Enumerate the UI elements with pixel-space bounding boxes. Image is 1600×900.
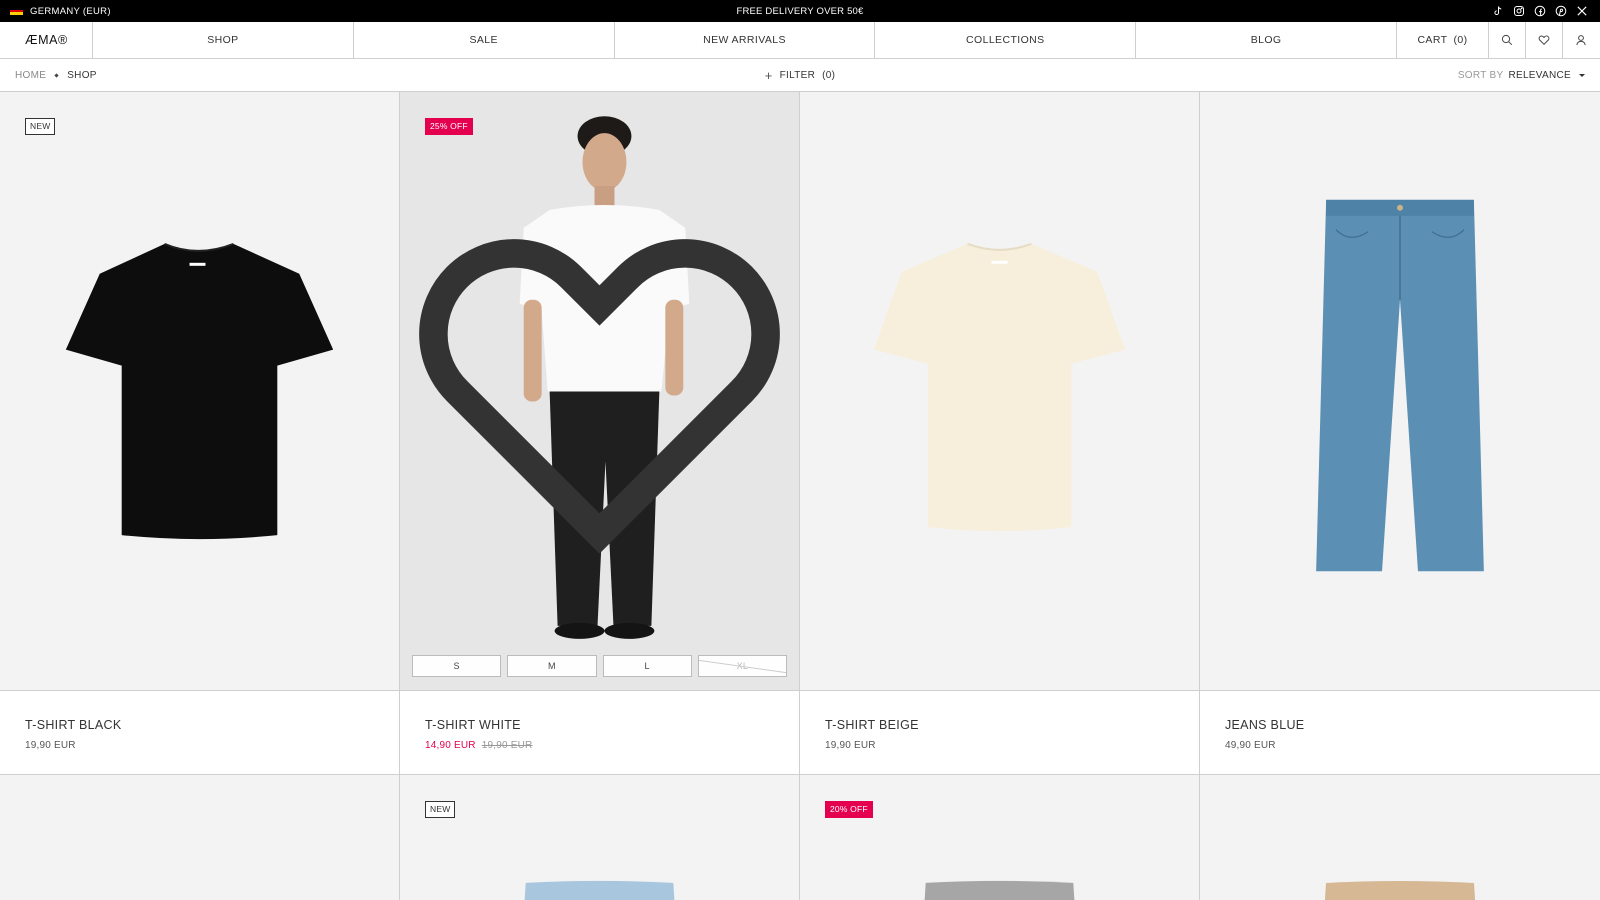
wishlist-button[interactable] bbox=[1526, 22, 1563, 58]
product-info: JEANS BLUE 49,90 EUR bbox=[1200, 691, 1600, 775]
product-image[interactable] bbox=[800, 92, 1199, 691]
breadcrumb-home[interactable]: HOME bbox=[15, 70, 46, 81]
product-name[interactable]: JEANS BLUE bbox=[1225, 718, 1575, 732]
product-image[interactable]: 20% OFF bbox=[800, 775, 1199, 900]
product-card[interactable] bbox=[0, 775, 400, 900]
promo-text: FREE DELIVERY OVER 50€ bbox=[736, 5, 864, 17]
product-image[interactable]: NEW bbox=[0, 92, 399, 691]
product-price: 19,90 EUR bbox=[25, 740, 374, 751]
facebook-icon[interactable] bbox=[1534, 5, 1546, 17]
plus-icon: + bbox=[764, 67, 773, 83]
germany-flag-icon bbox=[10, 7, 23, 16]
size-option-m[interactable]: M bbox=[507, 655, 597, 677]
pinterest-icon[interactable] bbox=[1555, 5, 1567, 17]
x-icon[interactable] bbox=[1576, 5, 1588, 17]
sort-label: SORT BY bbox=[1457, 69, 1504, 81]
main-navigation: ÆMA® SHOP SALE NEW ARRIVALS COLLECTIONS … bbox=[0, 22, 1600, 59]
size-selector: S M L XL bbox=[412, 655, 787, 677]
product-price: 14,90 EUR 19,90 EUR bbox=[425, 740, 774, 751]
product-card[interactable]: NEW bbox=[400, 775, 800, 900]
new-badge: NEW bbox=[425, 801, 456, 818]
product-card[interactable]: 25% OFF S M L XL T-SHIRT WHITE 14,90 EUR… bbox=[400, 92, 800, 775]
sort-dropdown[interactable]: SORT BY RELEVANCE bbox=[1458, 70, 1585, 81]
product-price: 49,90 EUR bbox=[1225, 740, 1575, 751]
product-info: T-SHIRT WHITE 14,90 EUR 19,90 EUR bbox=[400, 691, 799, 775]
breadcrumb: HOME SHOP bbox=[15, 70, 97, 81]
product-card[interactable]: NEW T-SHIRT BLACK 19,90 EUR bbox=[0, 92, 400, 775]
cart-button[interactable]: CART 0 bbox=[1397, 22, 1489, 58]
product-image[interactable]: 25% OFF S M L XL bbox=[400, 92, 799, 691]
tiktok-icon[interactable] bbox=[1492, 5, 1504, 17]
jeans-blue-image bbox=[1316, 199, 1484, 572]
filter-count: 0 bbox=[822, 70, 835, 81]
price-value: 19,90 EUR bbox=[25, 740, 76, 751]
breadcrumb-separator-icon bbox=[54, 72, 59, 78]
product-name[interactable]: T-SHIRT WHITE bbox=[425, 718, 774, 732]
search-icon bbox=[1501, 34, 1513, 46]
product-info: T-SHIRT BEIGE 19,90 EUR bbox=[800, 691, 1199, 775]
heart-icon[interactable] bbox=[400, 92, 799, 690]
size-option-l[interactable]: L bbox=[602, 655, 692, 677]
instagram-icon[interactable] bbox=[1513, 5, 1525, 17]
social-links bbox=[1492, 5, 1588, 17]
filter-button[interactable]: + FILTER 0 bbox=[765, 69, 836, 82]
account-button[interactable] bbox=[1563, 22, 1600, 58]
product-name[interactable]: T-SHIRT BLACK bbox=[25, 718, 374, 732]
nav-blog[interactable]: BLOG bbox=[1136, 22, 1397, 58]
product-card[interactable]: T-SHIRT BEIGE 19,90 EUR bbox=[800, 92, 1200, 775]
size-option-s[interactable]: S bbox=[412, 655, 502, 677]
brand-logo[interactable]: ÆMA® bbox=[0, 22, 93, 58]
user-icon bbox=[1576, 35, 1587, 46]
caret-down-icon bbox=[1579, 73, 1585, 77]
shorts-beige-image bbox=[1324, 881, 1476, 900]
sort-value: RELEVANCE bbox=[1508, 69, 1571, 81]
price-value: 49,90 EUR bbox=[1225, 740, 1276, 751]
product-image[interactable] bbox=[1200, 92, 1600, 691]
region-selector[interactable]: GERMANY (EUR) bbox=[10, 6, 111, 17]
cart-count: 0 bbox=[1453, 34, 1467, 46]
nav-collections[interactable]: COLLECTIONS bbox=[875, 22, 1137, 58]
filter-label: FILTER bbox=[779, 69, 816, 81]
product-card[interactable]: 20% OFF bbox=[800, 775, 1200, 900]
nav-sale[interactable]: SALE bbox=[354, 22, 615, 58]
new-badge: NEW bbox=[25, 118, 56, 135]
product-image[interactable] bbox=[1200, 775, 1600, 900]
breadcrumb-current: SHOP bbox=[67, 69, 97, 81]
product-price: 19,90 EUR bbox=[825, 740, 1174, 751]
product-image[interactable]: NEW bbox=[400, 775, 799, 900]
listing-toolbar: HOME SHOP + FILTER 0 SORT BY RELEVANCE bbox=[0, 59, 1600, 92]
search-button[interactable] bbox=[1489, 22, 1526, 58]
product-name[interactable]: T-SHIRT BEIGE bbox=[825, 718, 1174, 732]
shorts-grey-image bbox=[924, 880, 1075, 900]
shorts-light-blue-image bbox=[524, 880, 675, 900]
price-value: 19,90 EUR bbox=[825, 740, 876, 751]
cart-label: CART bbox=[1417, 34, 1448, 46]
announcement-bar: GERMANY (EUR) FREE DELIVERY OVER 50€ bbox=[0, 0, 1600, 22]
original-price: 19,90 EUR bbox=[481, 740, 533, 751]
discount-badge: 20% OFF bbox=[825, 801, 873, 818]
size-option-xl-unavailable[interactable]: XL bbox=[697, 655, 787, 677]
product-info: T-SHIRT BLACK 19,90 EUR bbox=[0, 691, 399, 775]
tshirt-black-image bbox=[65, 242, 334, 540]
sale-price: 14,90 EUR bbox=[425, 740, 476, 751]
product-grid: NEW T-SHIRT BLACK 19,90 EUR 25% OFF S M … bbox=[0, 92, 1600, 900]
product-card[interactable]: JEANS BLUE 49,90 EUR bbox=[1200, 92, 1600, 775]
nav-new-arrivals[interactable]: NEW ARRIVALS bbox=[615, 22, 876, 58]
tshirt-beige-image bbox=[873, 242, 1126, 532]
nav-shop[interactable]: SHOP bbox=[93, 22, 354, 58]
product-card[interactable] bbox=[1200, 775, 1600, 900]
product-image[interactable] bbox=[0, 775, 399, 900]
heart-icon bbox=[1538, 35, 1550, 46]
region-label: GERMANY (EUR) bbox=[30, 5, 111, 17]
